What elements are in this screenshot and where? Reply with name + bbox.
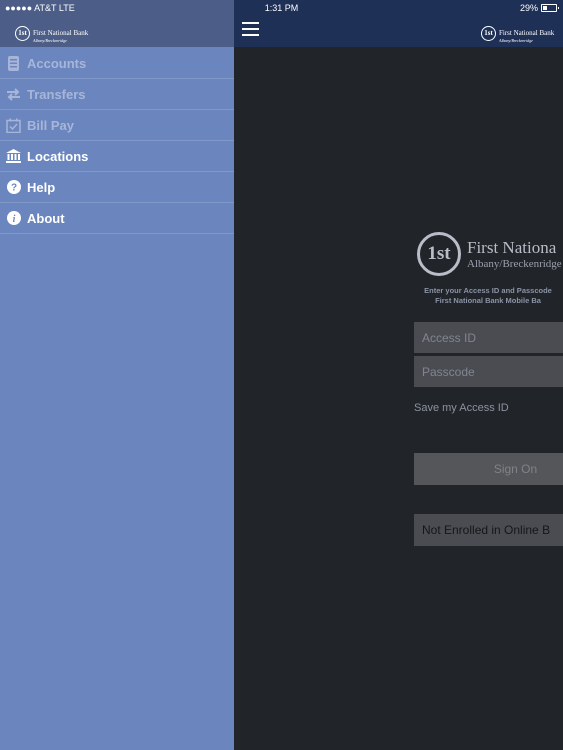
login-panel: 1st First Nationa Albany/Breckenridge En… (413, 232, 563, 552)
svg-text:?: ? (10, 183, 16, 194)
sidebar-item-label: Help (27, 179, 56, 195)
status-bar: ●●●●● AT&T LTE 1:31 PM 29% (0, 0, 563, 16)
logo-bank-name: First National Bank (33, 29, 89, 37)
accounts-icon (6, 55, 21, 71)
header-bank-logo: 1st First National Bank Albany/Breckenri… (481, 23, 554, 43)
sidebar-item-label: About (27, 210, 65, 226)
sidebar-item-transfers[interactable]: Transfers (0, 79, 234, 110)
login-bank-location: Albany/Breckenridge (467, 257, 562, 270)
menu-icon[interactable] (242, 22, 259, 36)
sidebar-item-locations[interactable]: Locations (0, 141, 234, 172)
sign-on-button[interactable]: Sign On (414, 453, 563, 485)
sidebar-item-help[interactable]: ? Help (0, 172, 234, 203)
header-logo-bank-name: First National Bank (499, 29, 555, 37)
not-enrolled-button[interactable]: Not Enrolled in Online B (414, 514, 563, 546)
svg-text:i: i (12, 214, 15, 225)
sidebar-item-label: Bill Pay (27, 117, 74, 133)
bank-logo: 1st First National Bank Albany/Breckenri… (15, 23, 88, 43)
logo-location: Albany/Breckenridge (33, 38, 67, 43)
header-logo-mark: 1st (481, 25, 496, 41)
sidebar-item-accounts[interactable]: Accounts (0, 48, 234, 79)
sidebar-item-label: Locations (27, 148, 89, 164)
transfers-icon (6, 87, 21, 102)
sidebar-item-label: Accounts (27, 55, 87, 71)
bill-pay-icon (6, 118, 21, 133)
battery-percent: 29% (519, 3, 538, 13)
sidebar: 1st First National Bank Albany/Breckenri… (0, 0, 234, 750)
bank-building-icon (6, 149, 21, 164)
sidebar-item-bill-pay[interactable]: Bill Pay (0, 110, 234, 141)
login-bank-name: First Nationa (467, 237, 557, 257)
battery-status: 29% (519, 3, 559, 13)
login-logo-mark: 1st (417, 232, 461, 276)
access-id-input[interactable] (414, 322, 563, 353)
instructions-line-1: Enter your Access ID and Passcode (424, 286, 552, 295)
header-logo-location: Albany/Breckenridge (499, 38, 533, 43)
instructions-line-2: First National Bank Mobile Ba (435, 296, 541, 305)
passcode-input[interactable] (414, 356, 563, 387)
sidebar-item-about[interactable]: i About (0, 203, 234, 234)
sidebar-menu: Accounts Transfers Bill Pay Locations ? … (0, 48, 234, 234)
battery-icon (541, 4, 559, 12)
help-icon: ? (6, 180, 21, 195)
login-bank-logo: 1st First Nationa Albany/Breckenridge (417, 232, 562, 276)
sidebar-item-label: Transfers (27, 86, 86, 102)
info-icon: i (6, 211, 21, 226)
logo-mark: 1st (15, 25, 30, 41)
status-time: 1:31 PM (264, 3, 299, 13)
login-instructions: Enter your Access ID and Passcode First … (403, 286, 563, 306)
save-access-id-toggle[interactable]: Save my Access ID (414, 402, 509, 414)
